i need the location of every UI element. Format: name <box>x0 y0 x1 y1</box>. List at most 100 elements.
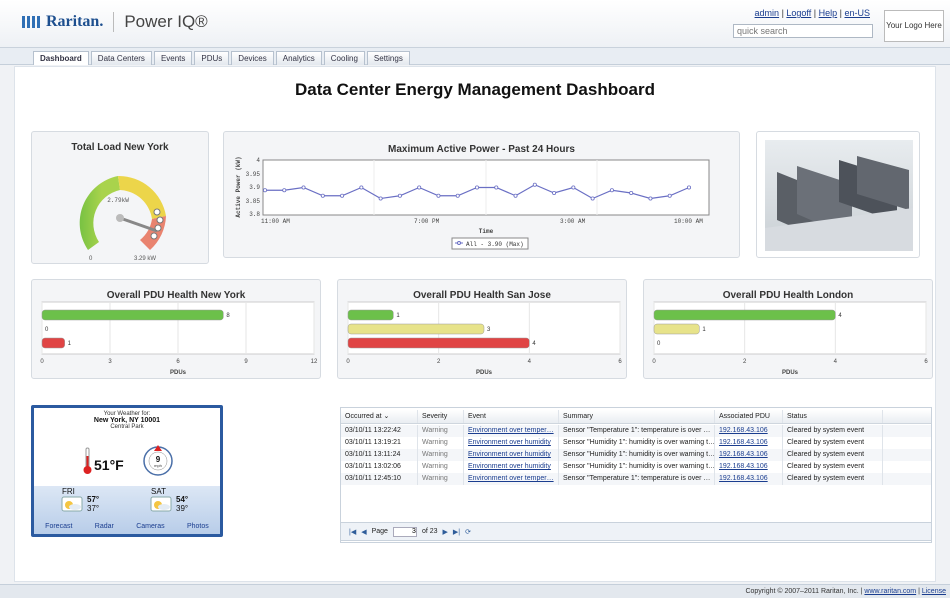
page-count: of 23 <box>421 528 438 535</box>
column-header-severity[interactable]: Severity <box>418 410 464 423</box>
data-point <box>629 191 634 196</box>
load-gauge: 2.79kW 0 3.29 kW <box>79 175 166 262</box>
data-point <box>282 188 287 193</box>
cameras-link[interactable]: Cameras <box>136 523 164 530</box>
current-temperature: 51°F <box>94 457 124 473</box>
tab-pdus[interactable]: PDUs <box>194 51 230 65</box>
x-tick-label: 7:00 PM <box>414 218 440 225</box>
x-axis-label: PDUs <box>782 370 799 376</box>
x-tick-label: 10:00 AM <box>674 218 703 225</box>
pdu-health-chart: 0 2 4 6PDUs410 <box>652 301 928 376</box>
photos-link[interactable]: Photos <box>187 523 209 530</box>
logoff-link[interactable]: Logoff <box>786 8 811 18</box>
tab-dashboard[interactable]: Dashboard <box>33 51 89 65</box>
table-row[interactable]: 03/10/11 13:11:24 Warning Environment over… <box>341 449 931 461</box>
tab-events[interactable]: Events <box>153 51 193 65</box>
gauge-max-label: 3.29 kW <box>134 256 156 262</box>
event-link[interactable]: Environment over humidity <box>464 437 559 449</box>
tab-data-centers[interactable]: Data Centers <box>90 51 152 65</box>
x-tick-label: 3 <box>108 359 112 365</box>
data-point <box>686 185 691 190</box>
occurred-cell: 03/10/11 13:11:24 <box>341 449 418 461</box>
pdu-link[interactable]: 192.168.43.106 <box>715 449 783 461</box>
refresh-icon[interactable]: ⟳ <box>465 528 471 536</box>
weather-links: Forecast Radar Cameras Photos <box>34 523 220 530</box>
forecast-high: 54° <box>176 495 188 504</box>
status-cell: Cleared by system event <box>783 461 883 473</box>
weather-header: Your Weather for: New York, NY 10001 Cen… <box>34 408 220 430</box>
column-header-occurred[interactable]: Occurred at ⌄ <box>341 410 418 423</box>
product-name: Power IQ® <box>124 12 208 31</box>
first-page-icon[interactable]: |◀ <box>349 528 356 536</box>
forecast-link[interactable]: Forecast <box>45 523 72 530</box>
x-tick-label: 3:00 AM <box>560 218 586 225</box>
event-link[interactable]: Environment over temper… <box>464 473 559 485</box>
prev-page-icon[interactable]: ◀ <box>361 528 366 536</box>
occurred-cell: 03/10/11 13:02:06 <box>341 461 418 473</box>
pdu-link[interactable]: 192.168.43.106 <box>715 425 783 437</box>
table-pager: |◀ ◀ Page of 23 ▶ ▶| ⟳ <box>340 522 932 541</box>
last-page-icon[interactable]: ▶| <box>453 528 460 536</box>
data-point <box>436 193 441 198</box>
y-tick-label: 3.95 <box>246 171 261 178</box>
radar-link[interactable]: Radar <box>95 523 114 530</box>
pdu-health-new-york-panel: Overall PDU Health New York 0 3 6 9 12 PDUs 8 0… <box>31 279 321 379</box>
event-link[interactable]: Environment over temper… <box>464 425 559 437</box>
event-link[interactable]: Environment over humidity <box>464 449 559 461</box>
license-link[interactable]: License <box>922 588 946 595</box>
y-tick-label: 3.8 <box>249 211 260 218</box>
main-nav-tabs: Dashboard Data Centers Events PDUs Devic… <box>0 48 950 65</box>
column-header-summary[interactable]: Summary <box>559 410 715 423</box>
occurred-cell: 03/10/11 12:45:10 <box>341 473 418 485</box>
page-number-input[interactable] <box>392 526 417 537</box>
brand-name: Raritan. <box>46 13 104 30</box>
health-bar <box>653 323 700 335</box>
x-tick-label: 4 <box>528 359 532 365</box>
data-point <box>474 185 479 190</box>
x-tick-label: 6 <box>924 359 928 365</box>
forecast-day: FRI <box>62 487 75 496</box>
raritan-logo[interactable]: Raritan. Power IQ® <box>22 12 208 32</box>
tab-cooling[interactable]: Cooling <box>323 51 365 65</box>
raritan-site-link[interactable]: www.raritan.com <box>864 588 916 595</box>
table-row[interactable]: 03/10/11 13:02:06 Warning Environment over… <box>341 461 931 473</box>
column-header-status[interactable]: Status <box>783 410 883 423</box>
health-bar <box>41 309 224 321</box>
gauge-handle <box>153 208 161 216</box>
x-axis-label: PDUs <box>476 370 493 376</box>
occurred-cell: 03/10/11 13:22:42 <box>341 425 418 437</box>
table-row[interactable]: 03/10/11 13:19:21 Warning Environment over… <box>341 437 931 449</box>
pdu-link[interactable]: 192.168.43.106 <box>715 437 783 449</box>
next-page-icon[interactable]: ▶ <box>443 528 448 536</box>
data-point <box>417 185 422 190</box>
tab-devices[interactable]: Devices <box>231 51 274 65</box>
x-tick-label: 2 <box>437 359 441 365</box>
quick-search-input[interactable]: quick search <box>733 24 873 38</box>
table-row[interactable]: 03/10/11 12:45:10 Warning Environment over… <box>341 473 931 485</box>
health-bar <box>653 309 836 321</box>
pdu-link[interactable]: 192.168.43.106 <box>715 461 783 473</box>
column-header-event[interactable]: Event <box>464 410 559 423</box>
forecast-low: 37° <box>87 504 99 513</box>
tab-settings[interactable]: Settings <box>366 51 410 65</box>
data-point <box>397 193 402 198</box>
legend-marker <box>457 241 461 245</box>
summary-cell: Sensor "Temperature 1": temperature is o… <box>559 425 715 437</box>
summary-cell: Sensor "Humidity 1": humidity is over wa… <box>559 437 715 449</box>
data-point <box>378 196 383 201</box>
column-header-pdu[interactable]: Associated PDU <box>715 410 783 423</box>
table-row[interactable]: 03/10/11 13:22:42 Warning Environment over… <box>341 425 931 437</box>
pdu-link[interactable]: 192.168.43.106 <box>715 473 783 485</box>
forecast-day: SAT <box>151 487 166 496</box>
health-bar <box>347 337 530 349</box>
page-label: Page <box>371 528 388 535</box>
severity-cell: Warning <box>418 473 464 485</box>
help-link[interactable]: Help <box>819 8 838 18</box>
locale-link[interactable]: en-US <box>844 8 870 18</box>
page-title: Data Center Energy Management Dashboard <box>295 80 655 99</box>
event-link[interactable]: Environment over humidity <box>464 461 559 473</box>
tab-analytics[interactable]: Analytics <box>275 51 322 65</box>
user-link[interactable]: admin <box>755 8 780 18</box>
status-cell: Cleared by system event <box>783 449 883 461</box>
data-center-photo-panel <box>756 131 920 258</box>
